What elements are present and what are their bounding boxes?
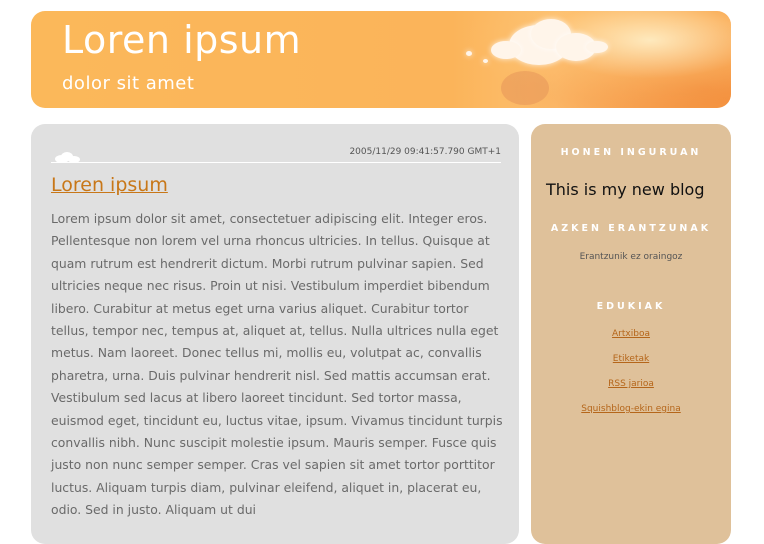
recent-comments-heading: AZKEN ERANTZUNAK <box>550 223 712 234</box>
sidebar: HONEN INGURUAN This is my new blog AZKEN… <box>531 124 731 544</box>
post-body: Lorem ipsum dolor sit amet, consectetuer… <box>51 211 503 518</box>
main-content: 2005/11/29 09:41:57.790 GMT+1 Loren ipsu… <box>31 124 519 544</box>
sidebar-link-powered-by[interactable]: Squishblog-ekin egina <box>531 404 731 414</box>
post-title-link[interactable]: Loren ipsum <box>51 174 168 196</box>
site-description: dolor sit amet <box>62 73 195 94</box>
sidebar-link-rss[interactable]: RSS jarioa <box>531 379 731 389</box>
sidebar-link-tags[interactable]: Etiketak <box>531 354 731 364</box>
header-sky-image <box>461 11 731 108</box>
post-timestamp: 2005/11/29 09:41:57.790 GMT+1 <box>349 147 501 157</box>
recent-comments-text: Erantzunik ez oraingoz <box>579 252 683 262</box>
divider <box>51 162 501 163</box>
sidebar-link-archive[interactable]: Artxiboa <box>531 329 731 339</box>
about-text: This is my new blog <box>546 180 705 199</box>
about-heading: HONEN INGURUAN <box>560 147 702 158</box>
site-title[interactable]: Loren ipsum <box>62 18 301 62</box>
content-heading: EDUKIAK <box>596 301 666 312</box>
site-header: Loren ipsum dolor sit amet <box>31 11 731 108</box>
